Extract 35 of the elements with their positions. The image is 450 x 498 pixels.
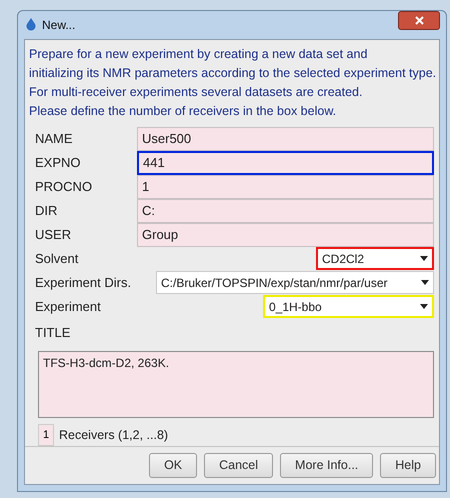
caret-icon <box>420 304 428 309</box>
receivers-label: Receivers (1,2, ...8) <box>59 426 168 444</box>
dialog-button[interactable]: Cancel <box>204 453 274 478</box>
instruction-text: Please define the number of receivers in the box below. <box>29 102 338 120</box>
dialog-button[interactable]: More Info... <box>280 453 374 478</box>
instruction-text: For multi-receiver experiments several datasets are created. <box>29 84 364 101</box>
field-label: Experiment <box>35 298 101 316</box>
field-label: TITLE <box>35 324 72 342</box>
app-icon <box>25 18 37 32</box>
field-label: EXPNO <box>35 154 82 172</box>
dialog-button[interactable]: OK <box>149 453 198 478</box>
dropdown[interactable]: 0_1H-bbo <box>263 295 434 318</box>
input-field[interactable]: C: <box>137 198 434 222</box>
field-label: DIR <box>35 202 58 220</box>
caret-icon <box>420 256 428 261</box>
input-field[interactable]: User500 <box>137 126 434 150</box>
window-title: New... <box>42 16 76 34</box>
input-field[interactable]: 1 <box>137 174 434 198</box>
receivers-field[interactable]: 1 <box>38 424 54 446</box>
close-icon <box>414 16 424 26</box>
caret-icon <box>421 280 429 285</box>
field-label: PROCNO <box>35 178 94 196</box>
instruction-text: Prepare for a new experiment by creating a new data set and <box>29 46 368 63</box>
title-text-area[interactable]: TFS-H3-dcm-D2, 263K. <box>38 351 434 418</box>
dialog-button[interactable]: Help <box>380 453 436 478</box>
input-field[interactable]: Group <box>137 222 434 246</box>
field-label: Experiment Dirs. <box>35 274 132 292</box>
field-label: Solvent <box>35 250 78 268</box>
dropdown[interactable]: CD2Cl2 <box>316 247 434 270</box>
input-field[interactable]: 441 <box>137 150 434 174</box>
dropdown[interactable]: C:/Bruker/TOPSPIN/exp/stan/nmr/par/user <box>156 271 434 294</box>
instruction-text: initializing its NMR parameters according to the selected experiment type. <box>29 64 435 82</box>
field-label: NAME <box>35 130 74 148</box>
field-label: USER <box>35 226 72 244</box>
close-button[interactable] <box>398 11 440 30</box>
